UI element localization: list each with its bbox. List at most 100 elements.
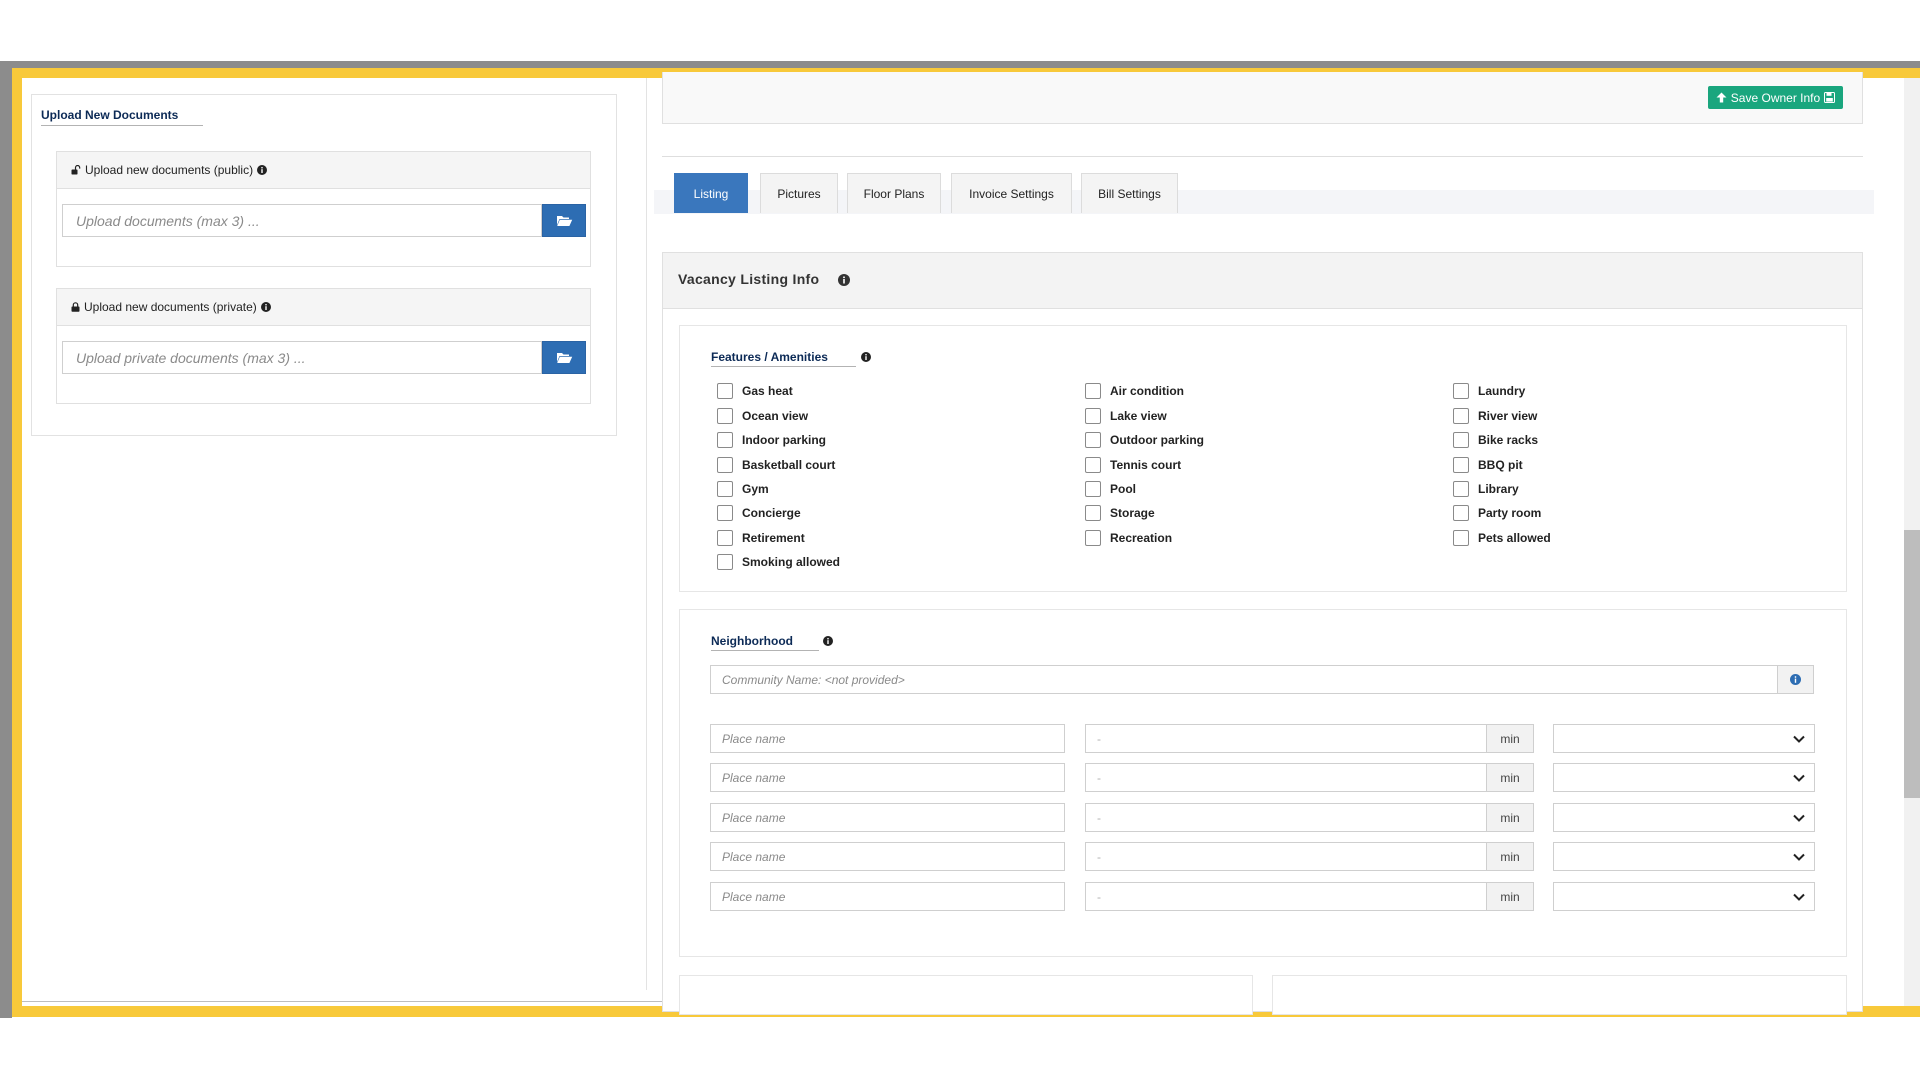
checkbox[interactable] [1085, 481, 1101, 497]
travel-mode-select[interactable] [1553, 724, 1815, 753]
private-documents-input[interactable]: Upload private documents (max 3) ... [62, 341, 542, 374]
place-name-input[interactable]: Place name [710, 882, 1065, 911]
checkbox[interactable] [1085, 408, 1101, 424]
amenity-party-room[interactable]: Party room [1453, 505, 1541, 521]
amenity-ocean-view[interactable]: Ocean view [717, 408, 808, 424]
tab-floor-plans[interactable]: Floor Plans [847, 173, 941, 213]
info-icon[interactable] [257, 165, 268, 175]
public-documents-input[interactable]: Upload documents (max 3) ... [62, 204, 542, 237]
travel-mode-select[interactable] [1553, 763, 1815, 792]
community-name-input[interactable]: Community Name: <not provided> [710, 665, 1778, 694]
amenity-retirement[interactable]: Retirement [717, 530, 805, 546]
amenity-lake-view[interactable]: Lake view [1085, 408, 1167, 424]
amenity-recreation[interactable]: Recreation [1085, 530, 1172, 546]
distance-input[interactable]: - [1085, 763, 1487, 792]
distance-unit-addon: min [1486, 724, 1534, 753]
amenity-concierge[interactable]: Concierge [717, 505, 801, 521]
amenity-tennis-court[interactable]: Tennis court [1085, 457, 1181, 473]
place-name-input[interactable]: Place name [710, 842, 1065, 871]
window-top-border [0, 61, 1920, 68]
travel-mode-select[interactable] [1553, 803, 1815, 832]
checkbox[interactable] [1085, 457, 1101, 473]
info-icon[interactable] [861, 352, 871, 362]
community-info-addon[interactable] [1777, 665, 1814, 694]
checkbox[interactable] [1085, 383, 1101, 399]
checkbox[interactable] [1453, 383, 1469, 399]
amenity-label: Gas heat [742, 384, 793, 398]
chevron-down-icon [1793, 814, 1805, 822]
info-icon[interactable] [838, 274, 850, 286]
amenity-smoking-allowed[interactable]: Smoking allowed [717, 554, 840, 570]
tab-pictures[interactable]: Pictures [760, 173, 838, 213]
save-owner-info-button[interactable]: Save Owner Info [1708, 86, 1843, 109]
private-upload-header: Upload new documents (private) [57, 289, 590, 326]
checkbox[interactable] [717, 457, 733, 473]
amenity-label: Party room [1478, 506, 1542, 520]
travel-mode-select[interactable] [1553, 882, 1815, 911]
checkbox[interactable] [1085, 432, 1101, 448]
amenity-laundry[interactable]: Laundry [1453, 383, 1525, 399]
place-name-input[interactable]: Place name [710, 724, 1065, 753]
checkbox[interactable] [717, 408, 733, 424]
distance-unit-addon: min [1486, 803, 1534, 832]
checkbox[interactable] [717, 481, 733, 497]
checkbox[interactable] [1453, 408, 1469, 424]
info-icon [1790, 674, 1801, 685]
amenity-gas-heat[interactable]: Gas heat [717, 383, 793, 399]
info-icon[interactable] [823, 636, 833, 646]
place-name-input[interactable]: Place name [710, 803, 1065, 832]
amenity-label: Basketball court [742, 458, 836, 472]
tab-bill-settings[interactable]: Bill Settings [1081, 173, 1178, 213]
distance-input[interactable]: - [1085, 724, 1487, 753]
amenity-storage[interactable]: Storage [1085, 505, 1155, 521]
amenity-bbq-pit[interactable]: BBQ pit [1453, 457, 1523, 473]
private-browse-button[interactable] [542, 341, 586, 374]
distance-input[interactable]: - [1085, 882, 1487, 911]
amenity-gym[interactable]: Gym [717, 481, 769, 497]
amenity-bike-racks[interactable]: Bike racks [1453, 432, 1538, 448]
amenity-library[interactable]: Library [1453, 481, 1519, 497]
amenity-river-view[interactable]: River view [1453, 408, 1537, 424]
amenity-label: Outdoor parking [1110, 433, 1204, 447]
checkbox[interactable] [1453, 481, 1469, 497]
checkbox[interactable] [717, 505, 733, 521]
amenity-label: Smoking allowed [742, 555, 841, 569]
amenity-label: Lake view [1110, 409, 1167, 423]
amenity-label: Recreation [1110, 531, 1173, 545]
save-owner-info-label: Save Owner Info [1730, 90, 1821, 105]
tab-listing[interactable]: Listing [674, 173, 748, 213]
checkbox[interactable] [717, 530, 733, 546]
checkbox[interactable] [717, 432, 733, 448]
travel-mode-select[interactable] [1553, 842, 1815, 871]
amenity-air-condition[interactable]: Air condition [1085, 383, 1184, 399]
distance-input[interactable]: - [1085, 803, 1487, 832]
checkbox[interactable] [717, 554, 733, 570]
amenity-basketball-court[interactable]: Basketball court [717, 457, 835, 473]
amenity-indoor-parking[interactable]: Indoor parking [717, 432, 826, 448]
checkbox[interactable] [1453, 505, 1469, 521]
tab-invoice-settings[interactable]: Invoice Settings [951, 173, 1072, 213]
scrollbar-thumb[interactable] [1904, 530, 1920, 798]
distance-input[interactable]: - [1085, 842, 1487, 871]
amenity-outdoor-parking[interactable]: Outdoor parking [1085, 432, 1204, 448]
window-left-border [0, 61, 12, 1018]
neighborhood-title-underline [711, 650, 819, 651]
distance-unit-addon: min [1486, 882, 1534, 911]
amenity-pets-allowed[interactable]: Pets allowed [1453, 530, 1551, 546]
amenity-pool[interactable]: Pool [1085, 481, 1136, 497]
info-icon[interactable] [260, 302, 271, 312]
checkbox[interactable] [717, 383, 733, 399]
chevron-down-icon [1793, 893, 1805, 901]
checkbox[interactable] [1085, 530, 1101, 546]
chevron-down-icon [1793, 735, 1805, 743]
vacancy-listing-title: Vacancy Listing Info [678, 271, 820, 287]
checkbox[interactable] [1453, 432, 1469, 448]
amenity-label: Gym [742, 482, 769, 496]
checkbox[interactable] [1453, 530, 1469, 546]
features-title-underline [711, 366, 856, 367]
section-separator [662, 156, 1863, 157]
checkbox[interactable] [1453, 457, 1469, 473]
checkbox[interactable] [1085, 505, 1101, 521]
place-name-input[interactable]: Place name [710, 763, 1065, 792]
public-browse-button[interactable] [542, 204, 586, 237]
